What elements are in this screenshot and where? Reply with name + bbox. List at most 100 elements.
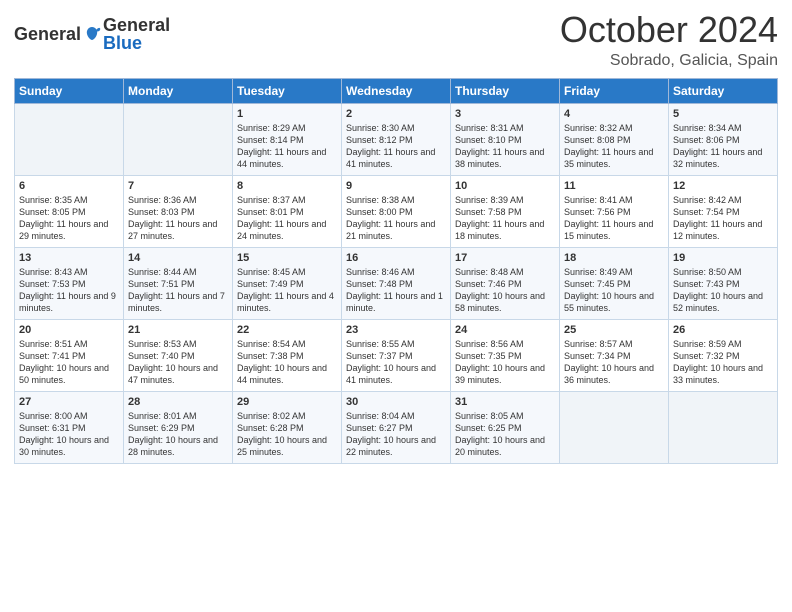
day-number: 17 (455, 252, 555, 264)
day-number: 19 (673, 252, 773, 264)
day-cell: 12 Sunrise: 8:42 AMSunset: 7:54 PMDayligh… (669, 175, 778, 247)
day-cell (124, 103, 233, 175)
page-container: General General Blue October 2024 Sobrad… (0, 0, 792, 474)
day-info: Sunrise: 8:36 AMSunset: 8:03 PMDaylight:… (128, 194, 228, 243)
day-cell: 21 Sunrise: 8:53 AMSunset: 7:40 PMDayligh… (124, 319, 233, 391)
header-row: SundayMondayTuesdayWednesdayThursdayFrid… (15, 78, 778, 103)
day-cell: 9Sunrise: 8:38 AMSunset: 8:00 PMDaylight… (342, 175, 451, 247)
day-number: 12 (673, 180, 773, 192)
title-block: October 2024 Sobrado, Galicia, Spain (560, 10, 778, 70)
day-cell: 14Sunrise: 8:44 AMSunset: 7:51 PMDayligh… (124, 247, 233, 319)
day-cell: 20 Sunrise: 8:51 AMSunset: 7:41 PMDayligh… (15, 319, 124, 391)
day-info: Sunrise: 8:51 AMSunset: 7:41 PMDaylight:… (19, 338, 119, 387)
day-cell: 10 Sunrise: 8:39 AMSunset: 7:58 PMDayligh… (451, 175, 560, 247)
day-info: Sunrise: 8:48 AMSunset: 7:46 PMDaylight:… (455, 266, 555, 315)
day-cell: 25Sunrise: 8:57 AMSunset: 7:34 PMDayligh… (560, 319, 669, 391)
day-info: Sunrise: 8:01 AMSunset: 6:29 PMDaylight:… (128, 410, 228, 459)
day-info: Sunrise: 8:56 AMSunset: 7:35 PMDaylight:… (455, 338, 555, 387)
day-cell: 11Sunrise: 8:41 AMSunset: 7:56 PMDayligh… (560, 175, 669, 247)
day-info: Sunrise: 8:30 AMSunset: 8:12 PMDaylight:… (346, 122, 446, 171)
week-row-2: 6Sunrise: 8:35 AMSunset: 8:05 PMDaylight… (15, 175, 778, 247)
day-cell: 22 Sunrise: 8:54 AMSunset: 7:38 PMDayligh… (233, 319, 342, 391)
day-cell: 19 Sunrise: 8:50 AMSunset: 7:43 PMDayligh… (669, 247, 778, 319)
day-number: 29 (237, 396, 337, 408)
day-number: 31 (455, 396, 555, 408)
logo-text-general: General (103, 16, 170, 34)
day-info: Sunrise: 8:50 AMSunset: 7:43 PMDaylight:… (673, 266, 773, 315)
header-cell-tuesday: Tuesday (233, 78, 342, 103)
day-number: 28 (128, 396, 228, 408)
day-number: 5 (673, 108, 773, 120)
day-info: Sunrise: 8:49 AMSunset: 7:45 PMDaylight:… (564, 266, 664, 315)
day-cell: 18Sunrise: 8:49 AMSunset: 7:45 PMDayligh… (560, 247, 669, 319)
location-title: Sobrado, Galicia, Spain (560, 52, 778, 70)
day-info: Sunrise: 8:41 AMSunset: 7:56 PMDaylight:… (564, 194, 664, 243)
day-number: 1 (237, 108, 337, 120)
logo-general: General (14, 24, 81, 45)
day-info: Sunrise: 8:04 AMSunset: 6:27 PMDaylight:… (346, 410, 446, 459)
day-info: Sunrise: 8:53 AMSunset: 7:40 PMDaylight:… (128, 338, 228, 387)
day-number: 9 (346, 180, 446, 192)
day-info: Sunrise: 8:54 AMSunset: 7:38 PMDaylight:… (237, 338, 337, 387)
day-cell: 16 Sunrise: 8:46 AMSunset: 7:48 PMDayligh… (342, 247, 451, 319)
header-cell-monday: Monday (124, 78, 233, 103)
day-info: Sunrise: 8:00 AMSunset: 6:31 PMDaylight:… (19, 410, 119, 459)
day-cell: 30 Sunrise: 8:04 AMSunset: 6:27 PMDayligh… (342, 391, 451, 463)
day-cell: 27 Sunrise: 8:00 AMSunset: 6:31 PMDayligh… (15, 391, 124, 463)
day-number: 2 (346, 108, 446, 120)
day-number: 4 (564, 108, 664, 120)
header: General General Blue October 2024 Sobrad… (14, 10, 778, 70)
day-info: Sunrise: 8:39 AMSunset: 7:58 PMDaylight:… (455, 194, 555, 243)
day-number: 27 (19, 396, 119, 408)
logo-text-blue: Blue (103, 34, 170, 52)
month-title: October 2024 (560, 10, 778, 50)
day-cell: 28 Sunrise: 8:01 AMSunset: 6:29 PMDayligh… (124, 391, 233, 463)
day-number: 26 (673, 324, 773, 336)
header-cell-friday: Friday (560, 78, 669, 103)
day-cell: 29 Sunrise: 8:02 AMSunset: 6:28 PMDayligh… (233, 391, 342, 463)
day-number: 16 (346, 252, 446, 264)
day-info: Sunrise: 8:46 AMSunset: 7:48 PMDaylight:… (346, 266, 446, 315)
week-row-1: 1Sunrise: 8:29 AMSunset: 8:14 PMDaylight… (15, 103, 778, 175)
day-number: 24 (455, 324, 555, 336)
day-number: 20 (19, 324, 119, 336)
day-cell: 26Sunrise: 8:59 AMSunset: 7:32 PMDayligh… (669, 319, 778, 391)
day-cell: 24 Sunrise: 8:56 AMSunset: 7:35 PMDayligh… (451, 319, 560, 391)
day-cell: 4 Sunrise: 8:32 AMSunset: 8:08 PMDaylight… (560, 103, 669, 175)
day-number: 15 (237, 252, 337, 264)
day-number: 7 (128, 180, 228, 192)
header-cell-saturday: Saturday (669, 78, 778, 103)
day-number: 10 (455, 180, 555, 192)
week-row-3: 13Sunrise: 8:43 AMSunset: 7:53 PMDayligh… (15, 247, 778, 319)
day-info: Sunrise: 8:34 AMSunset: 8:06 PMDaylight:… (673, 122, 773, 171)
logo-bird-icon (83, 25, 101, 43)
day-info: Sunrise: 8:05 AMSunset: 6:25 PMDaylight:… (455, 410, 555, 459)
day-info: Sunrise: 8:32 AMSunset: 8:08 PMDaylight:… (564, 122, 664, 171)
header-cell-thursday: Thursday (451, 78, 560, 103)
day-cell: 3Sunrise: 8:31 AMSunset: 8:10 PMDaylight… (451, 103, 560, 175)
week-row-4: 20 Sunrise: 8:51 AMSunset: 7:41 PMDayligh… (15, 319, 778, 391)
day-number: 14 (128, 252, 228, 264)
day-info: Sunrise: 8:37 AMSunset: 8:01 PMDaylight:… (237, 194, 337, 243)
calendar-table: SundayMondayTuesdayWednesdayThursdayFrid… (14, 78, 778, 464)
day-cell: 5 Sunrise: 8:34 AMSunset: 8:06 PMDaylight… (669, 103, 778, 175)
day-cell: 7 Sunrise: 8:36 AMSunset: 8:03 PMDaylight… (124, 175, 233, 247)
week-row-5: 27 Sunrise: 8:00 AMSunset: 6:31 PMDayligh… (15, 391, 778, 463)
day-number: 8 (237, 180, 337, 192)
day-cell: 2 Sunrise: 8:30 AMSunset: 8:12 PMDaylight… (342, 103, 451, 175)
day-info: Sunrise: 8:35 AMSunset: 8:05 PMDaylight:… (19, 194, 119, 243)
day-cell: 8 Sunrise: 8:37 AMSunset: 8:01 PMDaylight… (233, 175, 342, 247)
day-info: Sunrise: 8:45 AMSunset: 7:49 PMDaylight:… (237, 266, 337, 315)
day-cell: 17 Sunrise: 8:48 AMSunset: 7:46 PMDayligh… (451, 247, 560, 319)
day-number: 21 (128, 324, 228, 336)
day-cell (15, 103, 124, 175)
logo: General General Blue (14, 16, 170, 52)
day-info: Sunrise: 8:42 AMSunset: 7:54 PMDaylight:… (673, 194, 773, 243)
day-info: Sunrise: 8:02 AMSunset: 6:28 PMDaylight:… (237, 410, 337, 459)
day-cell: 23Sunrise: 8:55 AMSunset: 7:37 PMDayligh… (342, 319, 451, 391)
day-cell (560, 391, 669, 463)
day-cell: 31 Sunrise: 8:05 AMSunset: 6:25 PMDayligh… (451, 391, 560, 463)
day-info: Sunrise: 8:55 AMSunset: 7:37 PMDaylight:… (346, 338, 446, 387)
day-number: 22 (237, 324, 337, 336)
day-number: 30 (346, 396, 446, 408)
